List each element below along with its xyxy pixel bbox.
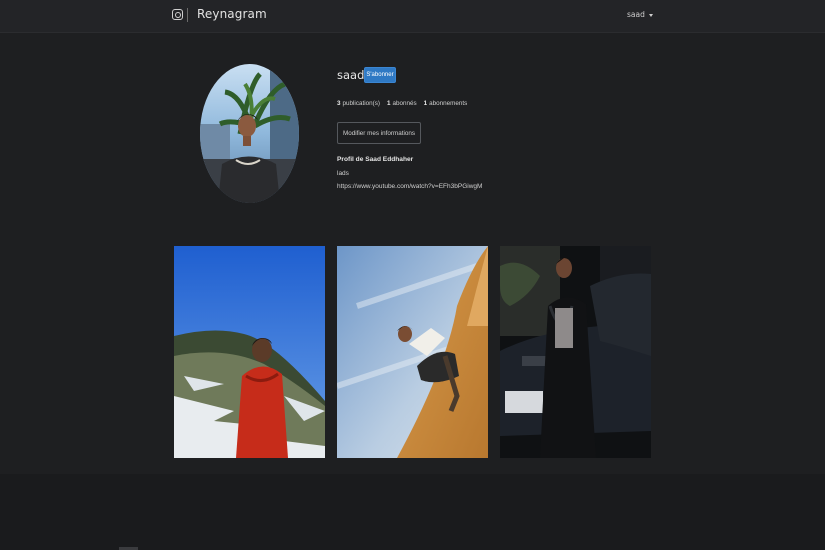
user-menu-label: saad bbox=[627, 10, 645, 19]
post-thumbnail-2[interactable] bbox=[337, 246, 488, 458]
page-footer bbox=[0, 474, 825, 550]
profile-bio: lads bbox=[337, 170, 349, 177]
brand-name[interactable]: Reynagram bbox=[197, 7, 267, 21]
profile-website-link[interactable]: https://www.youtube.com/watch?v=EFh3bPGi… bbox=[337, 183, 482, 190]
post-thumbnail-1[interactable] bbox=[174, 246, 325, 458]
edit-profile-button[interactable]: Modifier mes informations bbox=[337, 122, 421, 144]
following-label: abonnements bbox=[429, 100, 468, 107]
profile-avatar bbox=[200, 64, 299, 203]
followers-count: 1 bbox=[386, 100, 391, 107]
profile-full-name: Profil de Saad Eddhaher bbox=[337, 156, 414, 163]
follow-button[interactable]: S'abonner bbox=[364, 67, 396, 83]
top-navbar: Reynagram saad bbox=[0, 0, 825, 33]
publications-stat[interactable]: 3 publication(s) bbox=[337, 100, 380, 107]
following-count: 1 bbox=[423, 100, 428, 107]
following-stat[interactable]: 1 abonnements bbox=[424, 100, 468, 107]
instagram-icon[interactable] bbox=[172, 9, 183, 20]
publications-label: publication(s) bbox=[342, 100, 380, 107]
user-menu[interactable]: saad bbox=[627, 10, 653, 19]
post-thumbnail-3[interactable] bbox=[500, 246, 651, 458]
followers-stat[interactable]: 1 abonnés bbox=[387, 100, 417, 107]
caret-down-icon bbox=[648, 13, 653, 17]
profile-stats: 3 publication(s) 1 abonnés 1 abonnements bbox=[337, 100, 467, 107]
followers-label: abonnés bbox=[392, 100, 417, 107]
profile-username: saad bbox=[337, 68, 365, 82]
brand-divider bbox=[187, 8, 188, 22]
publications-count: 3 bbox=[337, 100, 341, 107]
